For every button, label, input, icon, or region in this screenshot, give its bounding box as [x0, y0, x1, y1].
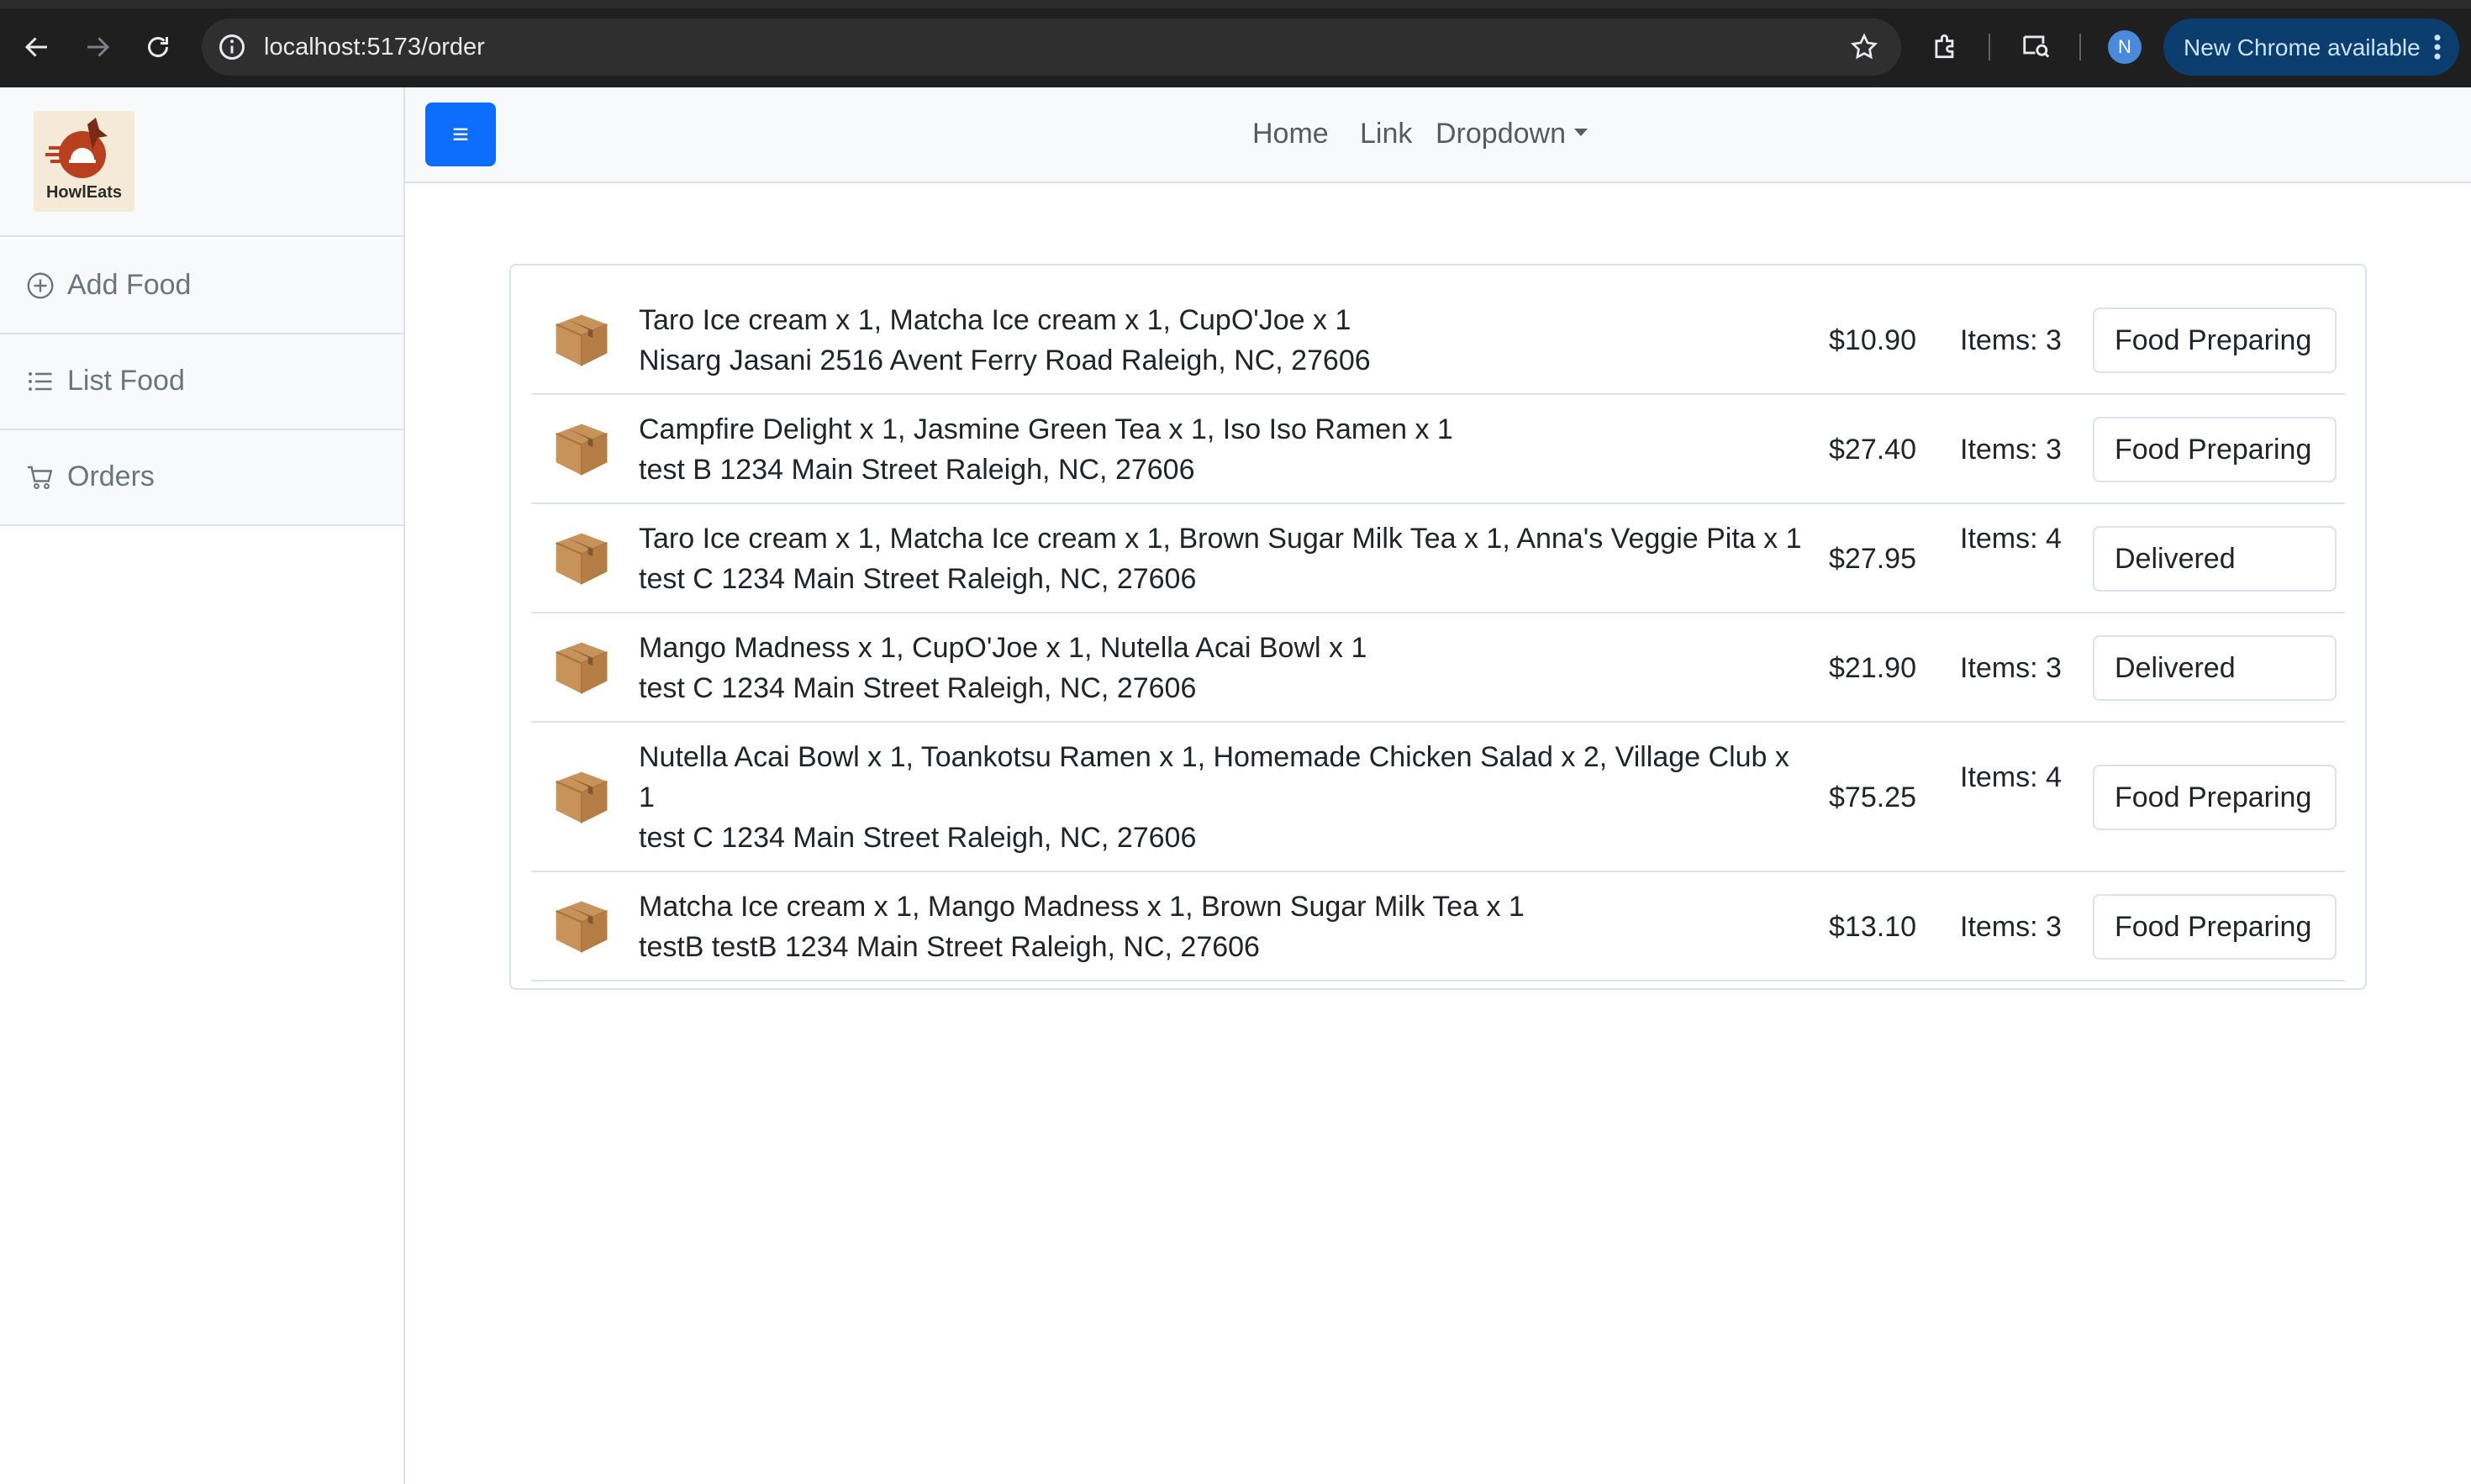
- order-status-select[interactable]: Food Preparing: [2093, 417, 2337, 482]
- order-price: $10.90: [1829, 324, 1916, 356]
- order-item-count: Items: 4: [1960, 523, 2062, 555]
- order-status-select[interactable]: Food Preparing: [2093, 765, 2337, 830]
- sidebar-item-label: List Food: [67, 365, 185, 397]
- order-status-value: Food Preparing: [2115, 324, 2312, 356]
- order-items-text: Campfire Delight x 1, Jasmine Green Tea …: [639, 413, 1453, 445]
- sidebar-item-list-food[interactable]: List Food: [0, 334, 403, 430]
- order-row: Taro Ice cream x 1, Matcha Ice cream x 1…: [531, 504, 2345, 613]
- order-status-select[interactable]: Delivered: [2093, 526, 2337, 592]
- order-item-count: Items: 3: [1960, 324, 2062, 356]
- profile-avatar[interactable]: N: [2108, 30, 2142, 64]
- sidebar-item-orders[interactable]: Orders: [0, 430, 403, 526]
- hamburger-icon: ≡: [452, 118, 469, 150]
- tab-strip: [0, 0, 2471, 8]
- order-items-text: Nutella Acai Bowl x 1, Toankotsu Ramen x…: [639, 741, 1789, 813]
- order-item-count: Items: 4: [1960, 761, 2062, 793]
- order-details: Nutella Acai Bowl x 1, Toankotsu Ramen x…: [639, 737, 1807, 858]
- brand-logo[interactable]: HowlEats: [34, 111, 134, 212]
- order-address-text: test C 1234 Main Street Raleigh, NC, 276…: [639, 672, 1197, 704]
- order-price: $27.95: [1829, 543, 1916, 575]
- order-items-text: Taro Ice cream x 1, Matcha Ice cream x 1…: [639, 304, 1351, 336]
- top-navbar: ≡ Home Link Dropdown: [405, 87, 2471, 183]
- lens-search-icon[interactable]: [2021, 30, 2052, 62]
- order-address-text: test C 1234 Main Street Raleigh, NC, 276…: [639, 822, 1197, 854]
- cart-icon: [28, 466, 53, 489]
- more-vertical-icon[interactable]: [2432, 34, 2442, 61]
- caret-down-icon: [1573, 128, 1588, 136]
- brand-name: HowlEats: [45, 183, 123, 202]
- order-status-select[interactable]: Food Preparing: [2093, 308, 2337, 373]
- order-price: $75.25: [1829, 781, 1916, 813]
- order-details: Taro Ice cream x 1, Matcha Ice cream x 1…: [639, 518, 1807, 599]
- order-status-value: Food Preparing: [2115, 911, 2312, 943]
- update-chrome-button[interactable]: New Chrome available: [2163, 18, 2459, 76]
- update-label: New Chrome available: [2184, 34, 2421, 61]
- parcel-box-icon: [550, 766, 614, 829]
- order-details: Matcha Ice cream x 1, Mango Madness x 1,…: [639, 887, 1807, 967]
- reload-icon[interactable]: [140, 29, 176, 66]
- order-row: Nutella Acai Bowl x 1, Toankotsu Ramen x…: [531, 723, 2345, 872]
- order-items-text: Matcha Ice cream x 1, Mango Madness x 1,…: [639, 891, 1525, 923]
- extensions-icon[interactable]: [1930, 30, 1962, 62]
- parcel-box-icon: [550, 527, 614, 591]
- browser-toolbar: localhost:5173/order N New Chrome availa…: [0, 0, 2471, 87]
- order-details: Taro Ice cream x 1, Matcha Ice cream x 1…: [639, 300, 1807, 381]
- nav-dropdown[interactable]: Dropdown: [1436, 118, 1588, 150]
- nav-link-home[interactable]: Home: [1252, 118, 1329, 150]
- order-item-count: Items: 3: [1960, 434, 2062, 466]
- order-address-text: test C 1234 Main Street Raleigh, NC, 276…: [639, 563, 1197, 595]
- order-row: Campfire Delight x 1, Jasmine Green Tea …: [531, 395, 2345, 504]
- nav-dropdown-label: Dropdown: [1436, 118, 1566, 150]
- order-address-text: Nisarg Jasani 2516 Avent Ferry Road Rale…: [639, 345, 1371, 376]
- toolbar-divider: [2079, 34, 2081, 61]
- toolbar-divider: [1989, 34, 1990, 61]
- order-row: Taro Ice cream x 1, Matcha Ice cream x 1…: [531, 286, 2345, 395]
- order-item-count: Items: 3: [1960, 652, 2062, 684]
- order-address-text: test B 1234 Main Street Raleigh, NC, 276…: [639, 454, 1195, 486]
- order-status-value: Food Preparing: [2115, 781, 2312, 813]
- order-status-value: Delivered: [2115, 543, 2236, 575]
- sidebar-item-add-food[interactable]: Add Food: [0, 239, 403, 334]
- add-circle-icon: [27, 272, 54, 299]
- bookmark-star-icon[interactable]: [1849, 32, 1879, 62]
- parcel-box-icon: [550, 308, 614, 372]
- sidebar-item-label: Orders: [67, 460, 155, 492]
- nav-link-link[interactable]: Link: [1360, 118, 1412, 150]
- url-text[interactable]: localhost:5173/order: [264, 34, 485, 61]
- order-details: Campfire Delight x 1, Jasmine Green Tea …: [639, 409, 1807, 490]
- parcel-box-icon: [550, 895, 614, 959]
- order-status-select[interactable]: Delivered: [2093, 635, 2337, 701]
- order-status-value: Delivered: [2115, 652, 2236, 684]
- parcel-box-icon: [550, 418, 614, 482]
- sidebar-toggle-button[interactable]: ≡: [425, 103, 496, 166]
- sidebar: HowlEats Add Food List Food Orders: [0, 87, 405, 1484]
- order-details: Mango Madness x 1, CupO'Joe x 1, Nutella…: [639, 628, 1807, 708]
- order-status-select[interactable]: Food Preparing: [2093, 894, 2337, 960]
- orders-list: Taro Ice cream x 1, Matcha Ice cream x 1…: [509, 264, 2367, 990]
- site-info-icon[interactable]: [217, 32, 247, 62]
- sidebar-item-label: Add Food: [67, 269, 192, 301]
- order-row: Matcha Ice cream x 1, Mango Madness x 1,…: [531, 872, 2345, 981]
- order-price: $13.10: [1829, 911, 1916, 943]
- order-address-text: testB testB 1234 Main Street Raleigh, NC…: [639, 931, 1260, 963]
- address-bar[interactable]: localhost:5173/order: [202, 18, 1901, 76]
- order-row: Mango Madness x 1, CupO'Joe x 1, Nutella…: [531, 613, 2345, 723]
- forward-arrow-icon[interactable]: [79, 29, 116, 66]
- order-price: $27.40: [1829, 434, 1916, 466]
- list-icon: [29, 372, 52, 391]
- order-item-count: Items: 3: [1960, 911, 2062, 943]
- order-status-value: Food Preparing: [2115, 434, 2312, 466]
- order-items-text: Taro Ice cream x 1, Matcha Ice cream x 1…: [639, 523, 1802, 555]
- sidebar-header: HowlEats: [0, 87, 403, 237]
- order-items-text: Mango Madness x 1, CupO'Joe x 1, Nutella…: [639, 632, 1367, 664]
- back-arrow-icon[interactable]: [18, 29, 55, 66]
- order-price: $21.90: [1829, 652, 1916, 684]
- parcel-box-icon: [550, 636, 614, 700]
